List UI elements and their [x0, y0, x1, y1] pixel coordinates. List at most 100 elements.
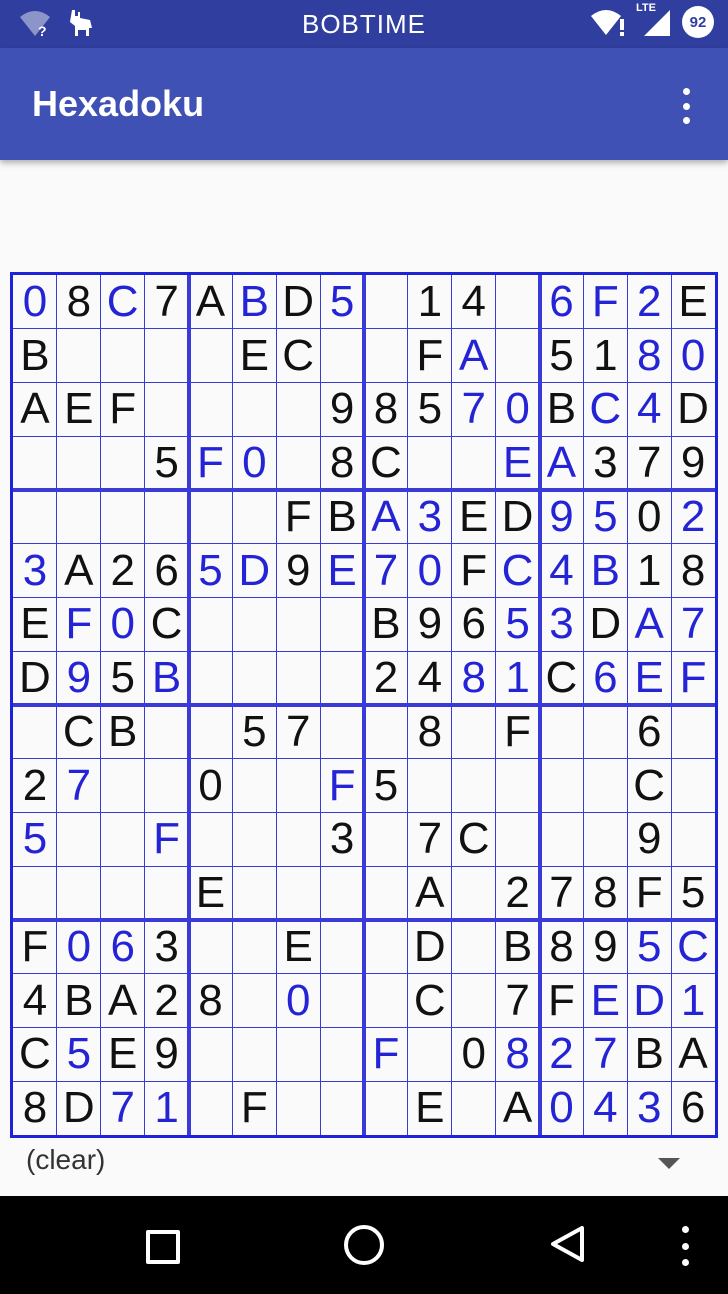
grid-cell[interactable]: 3 [583, 436, 627, 490]
grid-cell[interactable] [452, 759, 496, 813]
grid-cell[interactable] [101, 866, 145, 920]
grid-cell[interactable]: B [627, 1028, 671, 1082]
grid-cell[interactable] [583, 813, 627, 867]
grid-cell[interactable] [496, 329, 540, 383]
grid-cell[interactable]: 5 [408, 383, 452, 437]
grid-cell[interactable]: B [145, 651, 189, 705]
grid-cell[interactable]: 5 [232, 705, 276, 759]
grid-cell[interactable]: 8 [364, 383, 408, 437]
grid-cell[interactable]: C [496, 544, 540, 598]
grid-cell[interactable]: F [627, 866, 671, 920]
grid-cell[interactable] [452, 974, 496, 1028]
grid-cell[interactable]: C [627, 759, 671, 813]
grid-cell[interactable]: 0 [101, 598, 145, 652]
grid-cell[interactable] [540, 759, 584, 813]
grid-cell[interactable] [540, 813, 584, 867]
grid-cell[interactable]: E [276, 920, 320, 974]
grid-cell[interactable]: C [452, 813, 496, 867]
grid-cell[interactable]: 7 [496, 974, 540, 1028]
grid-cell[interactable]: D [276, 275, 320, 329]
grid-cell[interactable] [320, 705, 364, 759]
grid-cell[interactable]: 5 [101, 651, 145, 705]
grid-cell[interactable]: 8 [627, 329, 671, 383]
grid-cell[interactable]: 1 [671, 974, 715, 1028]
grid-cell[interactable] [364, 920, 408, 974]
grid-cell[interactable] [671, 813, 715, 867]
grid-cell[interactable] [496, 759, 540, 813]
grid-cell[interactable] [408, 1028, 452, 1082]
grid-cell[interactable]: A [671, 1028, 715, 1082]
grid-cell[interactable]: A [101, 974, 145, 1028]
grid-cell[interactable]: 8 [320, 436, 364, 490]
grid-cell[interactable]: 7 [540, 866, 584, 920]
grid-cell[interactable] [145, 705, 189, 759]
grid-cell[interactable] [57, 490, 101, 544]
grid-cell[interactable]: E [671, 275, 715, 329]
grid-cell[interactable] [583, 759, 627, 813]
grid-cell[interactable]: F [189, 436, 233, 490]
grid-cell[interactable] [232, 383, 276, 437]
grid-cell[interactable]: B [232, 275, 276, 329]
grid-cell[interactable] [276, 383, 320, 437]
grid-cell[interactable] [232, 490, 276, 544]
grid-cell[interactable]: 6 [583, 651, 627, 705]
grid-cell[interactable] [276, 651, 320, 705]
grid-cell[interactable] [320, 329, 364, 383]
grid-cell[interactable]: 4 [583, 1081, 627, 1135]
grid-cell[interactable]: B [583, 544, 627, 598]
grid-cell[interactable] [145, 866, 189, 920]
grid-cell[interactable]: F [232, 1081, 276, 1135]
grid-cell[interactable]: B [101, 705, 145, 759]
grid-cell[interactable] [189, 813, 233, 867]
grid-cell[interactable]: A [189, 275, 233, 329]
grid-cell[interactable] [496, 275, 540, 329]
grid-cell[interactable] [232, 598, 276, 652]
grid-cell[interactable]: 8 [540, 920, 584, 974]
grid-cell[interactable]: 1 [145, 1081, 189, 1135]
grid-cell[interactable]: E [627, 651, 671, 705]
grid-cell[interactable]: 4 [13, 974, 57, 1028]
grid-cell[interactable]: 0 [627, 490, 671, 544]
grid-cell[interactable]: E [496, 436, 540, 490]
grid-cell[interactable]: 0 [671, 329, 715, 383]
grid-cell[interactable]: 6 [540, 275, 584, 329]
grid-cell[interactable]: 8 [57, 275, 101, 329]
grid-cell[interactable] [13, 436, 57, 490]
grid-cell[interactable]: 7 [57, 759, 101, 813]
grid-cell[interactable]: A [57, 544, 101, 598]
grid-cell[interactable]: 7 [671, 598, 715, 652]
grid-cell[interactable]: 9 [671, 436, 715, 490]
grid-cell[interactable]: 8 [671, 544, 715, 598]
grid-cell[interactable]: D [232, 544, 276, 598]
grid-cell[interactable] [101, 436, 145, 490]
grid-cell[interactable]: F [671, 651, 715, 705]
overflow-menu-icon[interactable] [674, 88, 698, 124]
grid-cell[interactable]: C [583, 383, 627, 437]
grid-cell[interactable] [583, 705, 627, 759]
grid-cell[interactable]: 3 [13, 544, 57, 598]
grid-cell[interactable]: D [671, 383, 715, 437]
grid-cell[interactable]: 7 [452, 383, 496, 437]
grid-cell[interactable]: E [13, 598, 57, 652]
grid-cell[interactable] [408, 759, 452, 813]
back-icon[interactable] [548, 1224, 586, 1264]
grid-cell[interactable]: F [364, 1028, 408, 1082]
grid-cell[interactable]: 0 [540, 1081, 584, 1135]
grid-cell[interactable] [320, 974, 364, 1028]
nav-menu-icon[interactable] [680, 1226, 690, 1266]
grid-cell[interactable]: 2 [540, 1028, 584, 1082]
grid-cell[interactable]: 7 [145, 275, 189, 329]
home-icon[interactable] [344, 1225, 384, 1265]
grid-cell[interactable]: D [496, 490, 540, 544]
grid-cell[interactable]: 6 [145, 544, 189, 598]
grid-cell[interactable]: E [583, 974, 627, 1028]
grid-cell[interactable] [101, 759, 145, 813]
grid-cell[interactable]: 7 [583, 1028, 627, 1082]
grid-cell[interactable]: 5 [627, 920, 671, 974]
grid-cell[interactable]: 1 [627, 544, 671, 598]
grid-cell[interactable] [408, 436, 452, 490]
grid-cell[interactable]: F [101, 383, 145, 437]
grid-cell[interactable]: 2 [627, 275, 671, 329]
grid-cell[interactable]: C [13, 1028, 57, 1082]
grid-cell[interactable] [276, 598, 320, 652]
